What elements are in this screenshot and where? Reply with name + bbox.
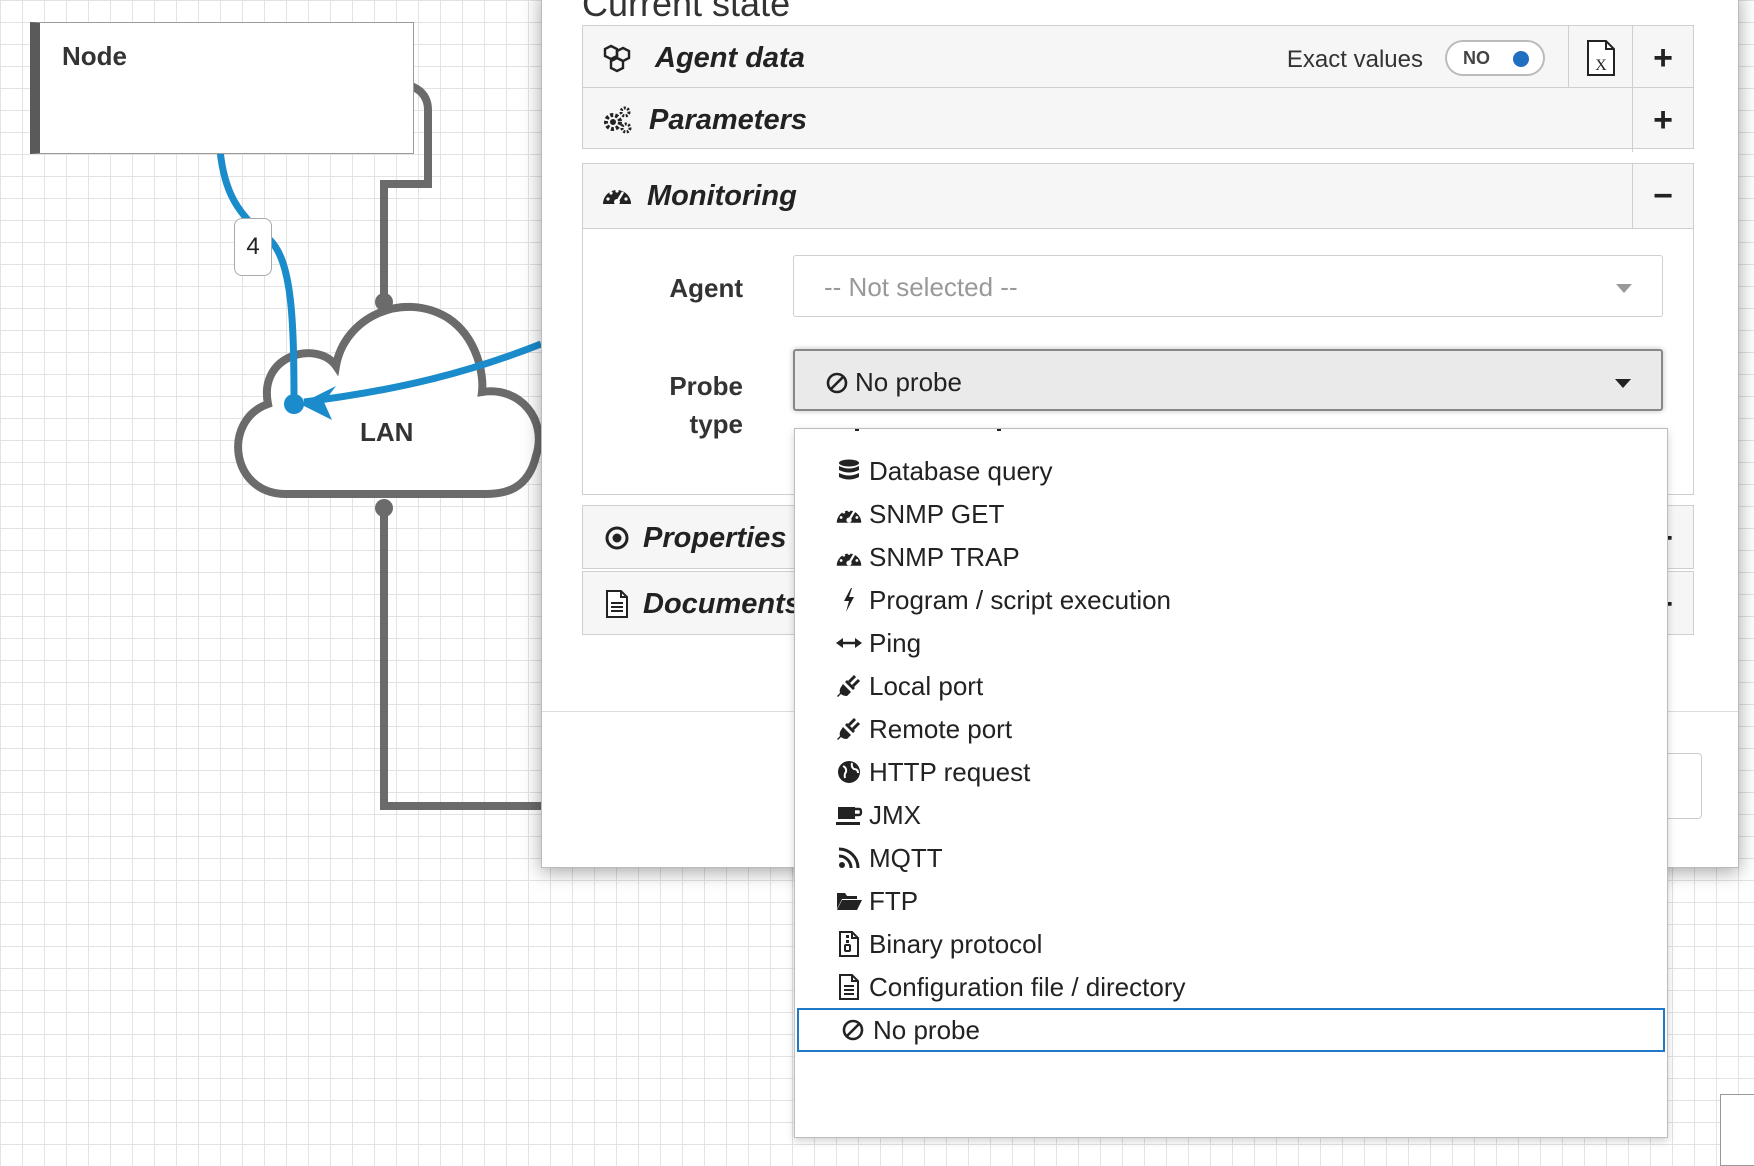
panel-agent-data-header[interactable]: Agent data Exact values NO X + <box>583 26 1693 90</box>
dropdown-option-label: MQTT <box>869 842 943 873</box>
agent-select[interactable]: -- Not selected -- <box>793 255 1663 317</box>
dropdown-option[interactable]: No probe <box>797 1008 1665 1052</box>
dropdown-option[interactable]: Program / script execution <box>795 578 1667 622</box>
edge-count-label: 4 <box>234 218 272 276</box>
toggle-state-text: NO <box>1463 48 1490 68</box>
dropdown-option-label: HTTP request <box>869 756 1031 787</box>
panel-parameters-title: Parameters <box>649 104 807 136</box>
monitoring-collapse-button[interactable]: − <box>1632 164 1693 228</box>
probe-type-select-text: No probe <box>855 367 962 397</box>
coffee-icon <box>835 801 863 829</box>
dashboard-icon <box>835 543 863 571</box>
dropdown-option-label: Program / script execution <box>869 584 1172 615</box>
panel-properties-title: Properties <box>643 522 787 554</box>
dropdown-option-label: FTP <box>869 885 919 916</box>
dropdown-option-label: SNMP GET <box>869 498 1005 529</box>
probe-type-select-value: No probe <box>825 367 962 398</box>
cut-off-item-text <box>855 429 1001 431</box>
panel-parameters-header[interactable]: Parameters + <box>583 88 1693 152</box>
exact-values-toggle[interactable]: NO <box>1445 40 1545 76</box>
bolt-icon <box>835 586 863 614</box>
panel-monitoring-title: Monitoring <box>647 180 797 212</box>
ban-icon <box>826 372 848 393</box>
plug-icon <box>835 715 863 743</box>
dropdown-option-label: SNMP TRAP <box>869 541 1020 572</box>
export-excel-button[interactable]: X <box>1568 26 1633 90</box>
dashboard-icon <box>603 189 631 205</box>
excel-file-icon: X <box>1587 40 1615 76</box>
arrows-h-icon <box>835 629 863 657</box>
dropdown-option-label: Remote port <box>869 713 1013 744</box>
dropdown-option[interactable]: FTP <box>795 879 1667 923</box>
lan-label: LAN <box>360 417 414 447</box>
rss-icon <box>835 844 863 872</box>
dropdown-option[interactable]: Local port <box>795 664 1667 708</box>
dashboard-icon <box>835 500 863 528</box>
chevron-down-icon <box>1615 379 1631 388</box>
dropdown-option[interactable]: SNMP GET <box>795 492 1667 536</box>
agent-data-expand-button[interactable]: + <box>1632 26 1693 90</box>
panel-agent-data-title: Agent data <box>655 42 805 74</box>
dropdown-option-label: Configuration file / directory <box>869 971 1186 1002</box>
panel-parameters: Parameters + <box>582 87 1694 152</box>
svg-text:X: X <box>1595 57 1607 74</box>
dropdown-option-label: JMX <box>869 799 921 830</box>
probe-type-label: Probe type <box>643 367 743 443</box>
globe-icon <box>835 758 863 786</box>
dropdown-option[interactable]: HTTP request <box>795 750 1667 794</box>
link-endpoint-lan <box>284 394 304 414</box>
folder-open-icon <box>835 887 863 915</box>
plug-icon <box>835 672 863 700</box>
parameters-expand-button[interactable]: + <box>1632 88 1693 152</box>
dot-circle-icon <box>605 526 629 550</box>
panel-monitoring-header[interactable]: Monitoring − <box>583 164 1693 228</box>
dropdown-option-label: Database query <box>869 455 1053 486</box>
node-title: Node <box>62 41 127 71</box>
panel-agent-data: Agent data Exact values NO X + <box>582 25 1694 90</box>
connector-lan-bottom[interactable] <box>380 508 541 810</box>
dropdown-option-label: Ping <box>869 627 922 658</box>
agent-label: Agent <box>669 273 743 303</box>
dropdown-option[interactable]: Database query <box>795 449 1667 493</box>
dropdown-option[interactable]: Ping <box>795 621 1667 665</box>
dropdown-option[interactable]: Remote port <box>795 707 1667 751</box>
file-zip-icon <box>835 930 863 958</box>
probe-type-dropdown-list[interactable]: Database query SNMP GET SNMP TRAP Program /… <box>794 428 1668 1138</box>
probe-type-select[interactable]: No probe <box>793 349 1663 411</box>
file-text-icon <box>606 590 628 618</box>
database-icon <box>835 457 863 485</box>
probe-type-label-line2: type <box>689 409 743 439</box>
panel-documents-title: Documents <box>643 588 801 620</box>
dropdown-option[interactable]: JMX <box>795 793 1667 837</box>
dropdown-option[interactable]: Binary protocol <box>795 922 1667 966</box>
ban-icon <box>839 1016 867 1044</box>
connector-dot-bottom <box>375 499 393 517</box>
dropdown-option-label: Local port <box>869 670 984 701</box>
probe-type-label-line1: Probe <box>669 371 743 401</box>
cogs-icon <box>604 106 632 134</box>
dropdown-option[interactable]: Configuration file / directory <box>795 965 1667 1009</box>
lan-cloud-shape[interactable] <box>234 303 543 498</box>
node-box[interactable]: Node <box>30 22 414 154</box>
dropdown-option-label: Binary protocol <box>869 928 1043 959</box>
partial-node-box[interactable] <box>1720 1094 1754 1166</box>
dropdown-option[interactable]: MQTT <box>795 836 1667 880</box>
agent-select-placeholder: -- Not selected -- <box>824 272 1018 302</box>
dropdown-option[interactable]: SNMP TRAP <box>795 535 1667 579</box>
file-text-icon <box>835 973 863 1001</box>
chevron-down-icon <box>1616 284 1632 293</box>
exact-values-label: Exact values <box>1286 46 1423 73</box>
dropdown-option-label: No probe <box>873 1014 980 1045</box>
cubes-icon <box>603 44 631 73</box>
toggle-knob <box>1513 51 1529 67</box>
dialog-title: Current state <box>582 0 791 24</box>
